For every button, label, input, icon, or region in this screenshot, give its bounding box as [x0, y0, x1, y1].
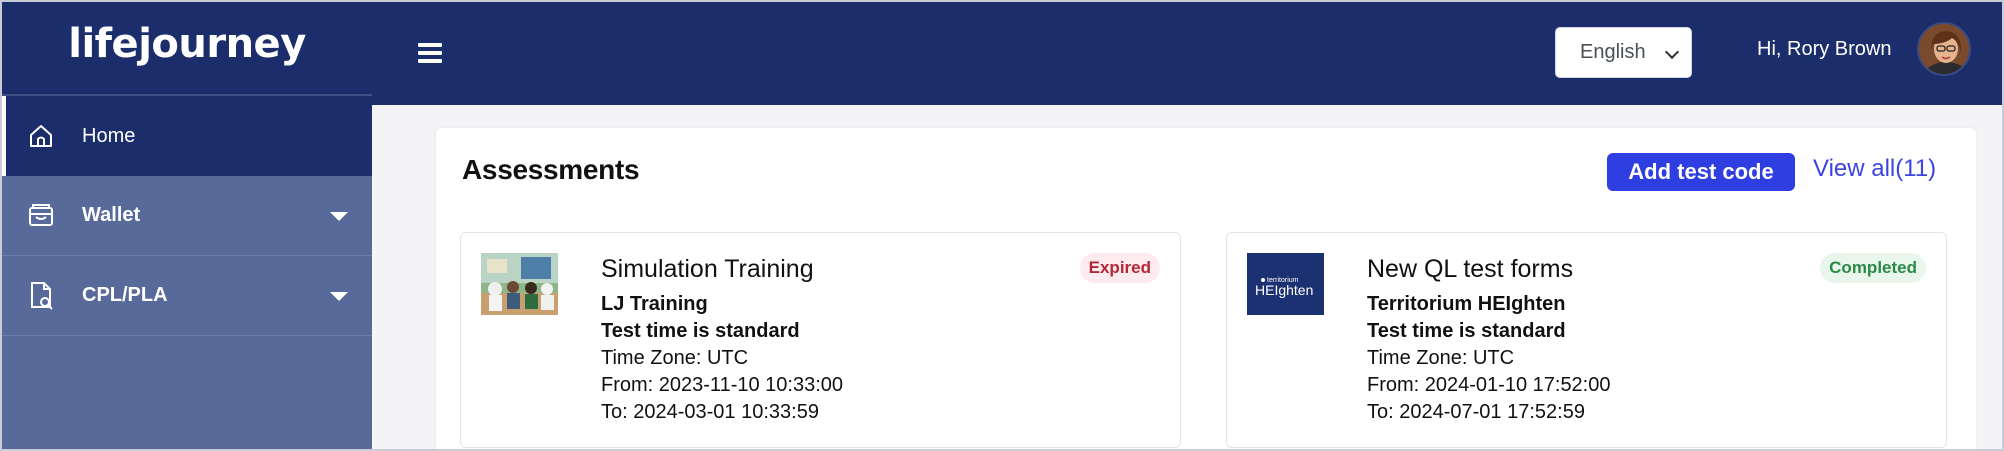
assessment-logo: territorium HEIghten: [1247, 253, 1324, 315]
sidebar-item-label: CPL/PLA: [82, 284, 168, 306]
document-search-icon: [26, 281, 56, 311]
brand-name: lifejourney: [68, 21, 306, 67]
sidebar-item-wallet[interactable]: Wallet: [2, 176, 372, 256]
hamburger-menu-icon[interactable]: [418, 43, 442, 63]
wallet-icon: [26, 201, 56, 231]
assessment-org: Territorium HEIghten: [1367, 293, 1566, 315]
assessment-info: Simulation Training LJ Training Test tim…: [601, 255, 843, 428]
add-test-code-button[interactable]: Add test code: [1607, 153, 1795, 191]
user-greeting: Hi, Rory Brown: [1757, 38, 1892, 60]
chevron-down-icon[interactable]: [330, 291, 348, 301]
assessment-timezone: Time Zone: UTC: [1367, 347, 1515, 369]
assessment-card[interactable]: Simulation Training LJ Training Test tim…: [460, 232, 1181, 448]
sidebar: lifejourney Home Wallet CPL/PLA: [2, 2, 372, 449]
assessment-to: To: 2024-07-01 17:52:59: [1367, 401, 1585, 423]
view-all-link[interactable]: View all(11): [1813, 155, 1936, 183]
chevron-down-icon[interactable]: [330, 211, 348, 221]
assessment-from: From: 2023-11-10 10:33:00: [601, 374, 844, 396]
assessment-thumbnail: [481, 253, 558, 315]
status-badge: Completed: [1820, 253, 1926, 283]
language-select[interactable]: English: [1555, 27, 1692, 78]
assessment-from: From: 2024-01-10 17:52:00: [1367, 374, 1611, 396]
assessment-name: New QL test forms: [1367, 255, 1574, 283]
assessment-info: New QL test forms Territorium HEIghten T…: [1367, 255, 1611, 428]
sidebar-item-label: Wallet: [82, 204, 141, 226]
page-title: Assessments: [462, 154, 640, 185]
assessment-name: Simulation Training: [601, 255, 814, 283]
logo-main-text: HEIghten: [1255, 282, 1313, 298]
sidebar-item-label: Home: [82, 124, 136, 147]
assessment-timezone: Time Zone: UTC: [601, 347, 749, 369]
top-header: English Hi, Rory Brown: [372, 2, 2002, 105]
chevron-down-icon: [1664, 44, 1680, 60]
language-selected-value: English: [1580, 41, 1646, 63]
assessment-card[interactable]: territorium HEIghten New QL test forms T…: [1226, 232, 1947, 448]
sidebar-item-home[interactable]: Home: [2, 96, 372, 176]
user-avatar[interactable]: [1917, 22, 1971, 76]
sidebar-item-cpl-pla[interactable]: CPL/PLA: [2, 256, 372, 336]
assessment-to: To: 2024-03-01 10:33:59: [601, 401, 819, 423]
assessment-org: LJ Training: [601, 293, 708, 315]
status-badge: Expired: [1079, 253, 1160, 283]
assessment-test-time: Test time is standard: [1367, 320, 1566, 342]
assessments-card: Assessments Add test code View all(11) S…: [436, 128, 1976, 451]
brand-logo[interactable]: lifejourney: [2, 2, 372, 96]
home-icon: [26, 121, 56, 151]
assessment-test-time: Test time is standard: [601, 320, 800, 342]
